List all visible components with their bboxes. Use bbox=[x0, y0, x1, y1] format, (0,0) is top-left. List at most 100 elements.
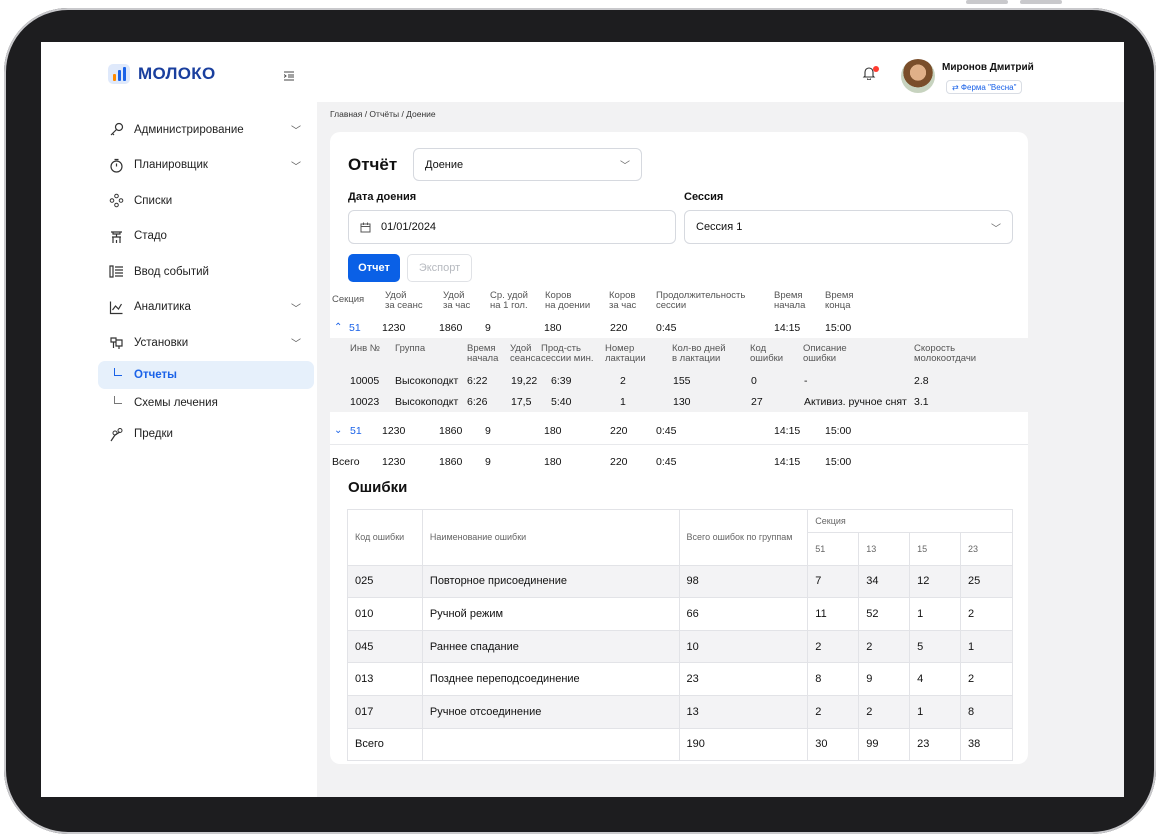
col-header: Время начала bbox=[774, 290, 806, 311]
chart-icon bbox=[108, 299, 124, 315]
detail-col-header: Код ошибки bbox=[750, 343, 784, 364]
detail-col-header: Инв № bbox=[350, 343, 380, 354]
detail-cell: 155 bbox=[673, 375, 691, 387]
section-link[interactable]: 51 bbox=[349, 322, 361, 334]
tablet-volume-button bbox=[966, 0, 1008, 4]
logo[interactable]: МОЛОКО bbox=[108, 64, 216, 84]
cell: 025 bbox=[347, 564, 423, 599]
sidebar-item-ancestors[interactable]: Предки bbox=[98, 417, 316, 453]
date-field[interactable]: 01/01/2024 bbox=[348, 210, 676, 244]
breadcrumb[interactable]: Главная / Отчёты / Доение bbox=[330, 109, 436, 119]
divider bbox=[330, 444, 1028, 445]
total-label: Всего bbox=[332, 456, 360, 468]
cell: 15:00 bbox=[825, 322, 852, 334]
farm-name: ⇄ Ферма "Весна" bbox=[952, 82, 1017, 92]
family-icon bbox=[108, 426, 124, 442]
cell: 23 bbox=[678, 662, 809, 696]
cell: 013 bbox=[347, 662, 423, 696]
cell: 15:00 bbox=[825, 425, 852, 437]
detail-cell: 0 bbox=[751, 375, 757, 387]
detail-cell: Высокоподкт bbox=[395, 375, 459, 387]
user-name[interactable]: Миронов Дмитрий bbox=[942, 62, 1034, 73]
sidebar: МОЛОКО Администрирование ﹀ Планировщик ﹀ bbox=[41, 42, 317, 797]
sidebar-item-administration[interactable]: Администрирование ﹀ bbox=[98, 112, 316, 148]
collapse-sidebar-icon[interactable] bbox=[284, 71, 294, 81]
key-icon bbox=[108, 122, 124, 138]
sidebar-item-label: Предки bbox=[134, 428, 173, 441]
table-row[interactable]: 010 Ручной режим 66 11 52 1 2 bbox=[347, 597, 1013, 631]
errors-table: Код ошибки Наименование ошибки Всего оши… bbox=[347, 509, 1013, 762]
detail-cell: 6:22 bbox=[467, 375, 488, 387]
cell: 12 bbox=[909, 564, 962, 599]
page-title: Отчёт bbox=[348, 155, 398, 174]
cell: 0:45 bbox=[656, 425, 677, 437]
table-row[interactable]: 013 Позднее переподсоединение 23 8 9 4 2 bbox=[347, 662, 1013, 696]
table-row[interactable]: 025 Повторное присоединение 98 7 34 12 25 bbox=[347, 564, 1013, 599]
section-link[interactable]: 51 bbox=[350, 425, 362, 437]
logo-text: МОЛОКО bbox=[138, 64, 216, 83]
cell: 1860 bbox=[439, 456, 463, 468]
sidebar-item-label: Аналитика bbox=[134, 301, 191, 314]
cell: 017 bbox=[347, 694, 423, 729]
sidebar-item-settings[interactable]: Установки ﹀ bbox=[98, 325, 316, 361]
collapse-row-icon[interactable]: ⌃ bbox=[334, 322, 342, 333]
col-header-section-23: 23 bbox=[960, 532, 1013, 566]
col-header: Секция bbox=[332, 294, 365, 305]
sidebar-item-label: Ввод событий bbox=[134, 265, 209, 278]
tree-branch-icon bbox=[114, 367, 122, 376]
cell: 1860 bbox=[439, 322, 463, 334]
cell: 045 bbox=[347, 629, 423, 664]
cell: 9 bbox=[485, 456, 491, 468]
detail-col-header: Кол-во дней в лактации bbox=[672, 343, 726, 364]
export-button[interactable]: Экспорт bbox=[407, 254, 472, 282]
table-row[interactable]: 017 Ручное отсоединение 13 2 2 1 8 bbox=[347, 694, 1013, 729]
cell: Ручной режим bbox=[421, 597, 680, 631]
report-type-select[interactable]: Доение ﹀ bbox=[413, 148, 642, 181]
sidebar-item-analytics[interactable]: Аналитика ﹀ bbox=[98, 290, 316, 326]
sidebar-subitem-treatment-schemes[interactable]: Схемы лечения bbox=[98, 389, 316, 417]
detail-cell: - bbox=[804, 375, 808, 387]
cell: 9 bbox=[485, 322, 491, 334]
sidebar-subitem-reports[interactable]: Отчеты bbox=[98, 360, 314, 389]
timer-icon bbox=[108, 157, 124, 173]
cell: 1 bbox=[960, 629, 1013, 664]
avatar[interactable] bbox=[901, 59, 935, 93]
cell: 1230 bbox=[382, 456, 406, 468]
nodes-icon bbox=[108, 193, 124, 209]
cell: 2 bbox=[807, 629, 860, 664]
report-type-value: Доение bbox=[425, 158, 464, 171]
col-header-name: Наименование ошибки bbox=[421, 509, 680, 566]
cell: 0:45 bbox=[656, 322, 677, 334]
session-select[interactable]: Сессия 1 ﹀ bbox=[684, 210, 1013, 244]
sidebar-item-lists[interactable]: Списки bbox=[98, 183, 316, 219]
detail-col-header: Прод-сть сессии мин. bbox=[541, 343, 594, 364]
chevron-down-icon: ﹀ bbox=[291, 126, 301, 138]
tree-branch-icon bbox=[114, 395, 122, 404]
report-button[interactable]: Отчет bbox=[348, 254, 400, 282]
cell: 30 bbox=[807, 727, 860, 762]
detail-cell: 17,5 bbox=[511, 396, 532, 408]
cell: 23 bbox=[909, 727, 962, 762]
sidebar-item-events[interactable]: Ввод событий bbox=[98, 254, 316, 290]
chevron-down-icon: ﹀ bbox=[291, 303, 301, 315]
cell: 9 bbox=[858, 662, 911, 696]
cell: 7 bbox=[807, 564, 860, 599]
cell: 8 bbox=[960, 694, 1013, 729]
col-header-total: Всего ошибок по группам bbox=[678, 509, 809, 566]
cell: 99 bbox=[858, 727, 911, 762]
table-row[interactable]: 045 Раннее спадание 10 2 2 5 1 bbox=[347, 629, 1013, 664]
sidebar-item-planner[interactable]: Планировщик ﹀ bbox=[98, 148, 316, 184]
cell: 8 bbox=[807, 662, 860, 696]
expand-row-icon[interactable]: ⌄ bbox=[334, 425, 342, 436]
farm-switcher[interactable]: ⇄ Ферма "Весна" bbox=[946, 80, 1023, 94]
detail-cell: 6:39 bbox=[551, 375, 572, 387]
col-header: Коров на доении bbox=[545, 290, 591, 311]
cell: 25 bbox=[960, 564, 1013, 599]
cell: 9 bbox=[485, 425, 491, 437]
chevron-down-icon: ﹀ bbox=[291, 161, 301, 173]
sidebar-item-herd[interactable]: Стадо bbox=[98, 219, 316, 255]
detail-col-header: Удой сеанса bbox=[510, 343, 541, 364]
sidebar-item-label: Планировщик bbox=[134, 159, 208, 172]
cell: 1 bbox=[909, 597, 962, 631]
col-header: Продолжительность сессии bbox=[656, 290, 746, 311]
